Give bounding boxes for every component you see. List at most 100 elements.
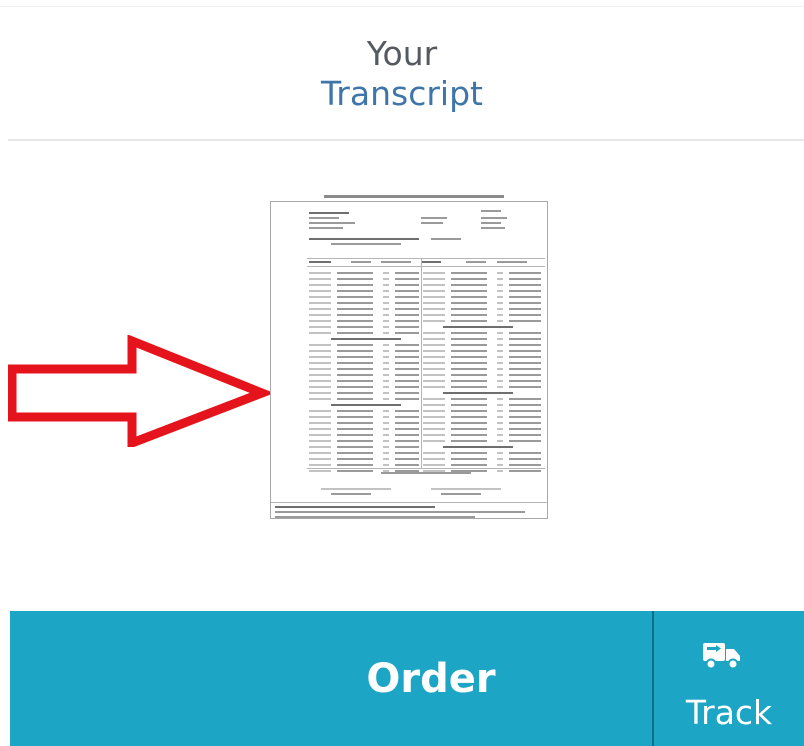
document-text-line	[337, 446, 373, 448]
document-text-line	[337, 296, 373, 298]
document-text-line	[383, 320, 389, 322]
document-text-line	[423, 332, 445, 334]
document-text-line	[451, 296, 487, 298]
document-text-line	[309, 416, 331, 418]
document-text-line	[309, 470, 331, 472]
document-text-line	[421, 261, 441, 263]
document-text-line	[395, 332, 419, 334]
document-text-line	[309, 296, 331, 298]
document-text-line	[395, 290, 419, 292]
document-text-line	[423, 356, 445, 358]
action-bar: Order Track	[10, 611, 804, 746]
document-text-line	[395, 350, 419, 352]
document-text-line	[309, 386, 331, 388]
page: Your Transcript Order Track	[0, 0, 804, 746]
document-text-line	[497, 440, 503, 442]
document-text-line	[509, 362, 541, 364]
document-text-line	[331, 243, 401, 245]
transcript-preview-image[interactable]	[270, 192, 548, 519]
document-text-line	[309, 272, 331, 274]
document-text-line	[423, 290, 445, 292]
document-text-line	[497, 410, 503, 412]
document-text-line	[337, 308, 373, 310]
document-text-line	[351, 261, 371, 263]
document-text-line	[509, 428, 541, 430]
document-text-line	[309, 217, 339, 219]
document-text-line	[395, 356, 419, 358]
document-text-line	[337, 326, 373, 328]
document-text-line	[509, 344, 541, 346]
document-text-line	[451, 410, 487, 412]
document-text-line	[451, 398, 487, 400]
document-text-line	[509, 314, 541, 316]
document-text-line	[451, 302, 487, 304]
document-text-line	[337, 278, 373, 280]
document-text-line	[481, 210, 501, 212]
document-text-line	[383, 386, 389, 388]
document-text-line	[383, 374, 389, 376]
document-text-line	[423, 320, 445, 322]
document-text-line	[337, 272, 373, 274]
document-text-line	[337, 416, 373, 418]
document-text-line	[451, 386, 487, 388]
document-text-line	[481, 222, 501, 224]
document-text-line	[423, 272, 445, 274]
document-text-line	[451, 320, 487, 322]
document-text-line	[309, 380, 331, 382]
document-text-line	[497, 290, 503, 292]
document-text-line	[509, 350, 541, 352]
document-text-line	[309, 308, 331, 310]
document-text-line	[423, 368, 445, 370]
document-text-line	[423, 344, 445, 346]
document-column-rule	[421, 258, 422, 468]
document-text-line	[451, 374, 487, 376]
document-text-line	[395, 362, 419, 364]
document-text-line	[337, 470, 373, 472]
document-text-line	[383, 428, 389, 430]
document-text-line	[309, 350, 331, 352]
track-button[interactable]: Track	[654, 611, 804, 746]
order-button[interactable]	[10, 611, 652, 746]
document-text-line	[337, 386, 373, 388]
document-text-line	[331, 338, 401, 340]
document-text-line	[497, 302, 503, 304]
document-text-line	[383, 452, 389, 454]
document-text-line	[451, 272, 487, 274]
document-text-line	[309, 428, 331, 430]
document-text-line	[423, 338, 445, 340]
document-text-line	[395, 326, 419, 328]
document-text-line	[383, 392, 389, 394]
document-text-line	[395, 380, 419, 382]
document-text-line	[451, 422, 487, 424]
document-text-line	[509, 332, 541, 334]
document-heading-line	[324, 195, 504, 198]
document-text-line	[423, 434, 445, 436]
document-text-line	[509, 302, 541, 304]
document-text-line	[451, 428, 487, 430]
document-text-line	[431, 238, 461, 240]
document-text-line	[309, 344, 331, 346]
document-text-line	[451, 362, 487, 364]
document-text-line	[337, 422, 373, 424]
document-text-line	[431, 488, 501, 490]
document-text-line	[423, 314, 445, 316]
document-text-line	[451, 344, 487, 346]
document-text-line	[451, 278, 487, 280]
document-text-line	[309, 458, 331, 460]
delivery-truck-icon	[703, 643, 740, 670]
document-text-line	[497, 458, 503, 460]
document-text-line	[497, 314, 503, 316]
document-text-line	[423, 386, 445, 388]
document-text-line	[383, 284, 389, 286]
document-text-line	[423, 374, 445, 376]
document-text-line	[309, 356, 331, 358]
document-text-line	[509, 398, 541, 400]
document-text-line	[509, 464, 541, 466]
document-text-line	[395, 452, 419, 454]
document-text-line	[383, 278, 389, 280]
document-rule	[307, 266, 545, 267]
document-text-line	[395, 434, 419, 436]
document-text-line	[451, 440, 487, 442]
document-text-line	[383, 290, 389, 292]
document-text-line	[497, 464, 503, 466]
